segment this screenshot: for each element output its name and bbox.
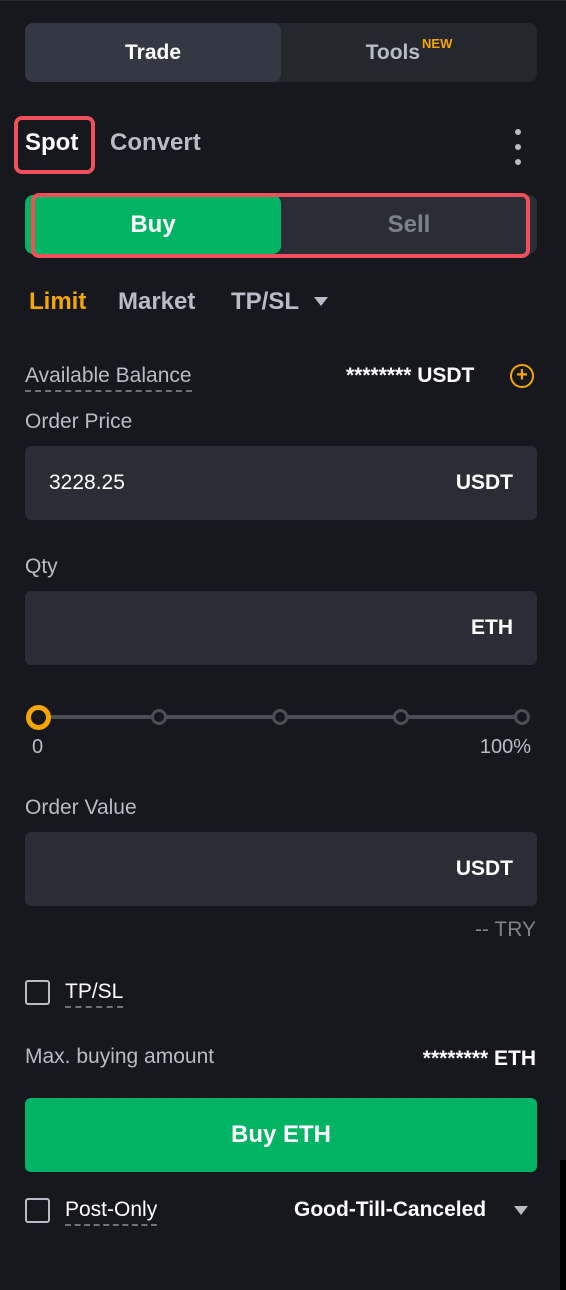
qty-label: Qty bbox=[25, 555, 58, 578]
qty-input[interactable]: ETH bbox=[25, 591, 537, 665]
max-buy-label: Max. buying amount bbox=[25, 1045, 215, 1068]
available-balance-value: ******** USDT bbox=[346, 364, 475, 387]
order-price-value: 3228.25 bbox=[49, 471, 125, 494]
buy-eth-button-label: Buy ETH bbox=[230, 1121, 331, 1148]
chevron-down-icon[interactable] bbox=[314, 297, 328, 306]
slider-step-100[interactable] bbox=[514, 709, 530, 725]
tab-tools-label: Tools bbox=[365, 40, 421, 64]
order-type-tpsl[interactable]: TP/SL bbox=[231, 288, 299, 316]
order-value-input[interactable]: USDT bbox=[25, 832, 537, 906]
order-value-converted: -- TRY bbox=[474, 918, 536, 941]
max-buy-value: ******** ETH bbox=[422, 1047, 536, 1070]
slider-min-label: 0 bbox=[32, 736, 44, 758]
order-price-unit: USDT bbox=[455, 471, 513, 494]
chevron-down-icon[interactable] bbox=[514, 1206, 528, 1215]
add-funds-icon[interactable]: + bbox=[510, 364, 534, 388]
order-type-market[interactable]: Market bbox=[118, 288, 195, 316]
new-badge: NEW bbox=[422, 36, 453, 51]
order-price-input[interactable]: 3228.25 USDT bbox=[25, 446, 537, 520]
tab-tools[interactable]: Tools NEW bbox=[281, 23, 537, 82]
time-in-force-select[interactable]: Good-Till-Canceled bbox=[294, 1198, 486, 1222]
order-value-unit: USDT bbox=[455, 857, 513, 880]
tpsl-checkbox-label[interactable]: TP/SL bbox=[65, 980, 124, 1008]
tab-trade[interactable]: Trade bbox=[25, 23, 281, 82]
available-balance-label[interactable]: Available Balance bbox=[25, 364, 192, 392]
scrollbar[interactable] bbox=[560, 1160, 566, 1290]
tpsl-checkbox[interactable] bbox=[25, 980, 50, 1005]
buy-sell-highlight-box bbox=[31, 193, 530, 258]
slider-max-label: 100% bbox=[479, 736, 531, 758]
slider-handle[interactable] bbox=[26, 705, 51, 730]
buy-eth-button[interactable]: Buy ETH bbox=[25, 1098, 537, 1172]
slider-step-75[interactable] bbox=[393, 709, 409, 725]
post-only-label[interactable]: Post-Only bbox=[65, 1198, 158, 1226]
top-divider bbox=[0, 0, 566, 1]
order-type-limit[interactable]: Limit bbox=[29, 288, 86, 316]
qty-unit: ETH bbox=[471, 616, 513, 639]
tab-spot[interactable]: Spot bbox=[25, 129, 78, 157]
slider-step-25[interactable] bbox=[151, 709, 167, 725]
slider-step-50[interactable] bbox=[272, 709, 288, 725]
tab-trade-label: Trade bbox=[124, 40, 182, 64]
more-options-icon[interactable] bbox=[508, 129, 528, 165]
top-tab-bar: Trade Tools NEW bbox=[25, 23, 537, 82]
order-value-label: Order Value bbox=[25, 796, 137, 819]
post-only-checkbox[interactable] bbox=[25, 1198, 50, 1223]
tab-convert[interactable]: Convert bbox=[110, 129, 201, 157]
order-price-label: Order Price bbox=[25, 410, 133, 433]
